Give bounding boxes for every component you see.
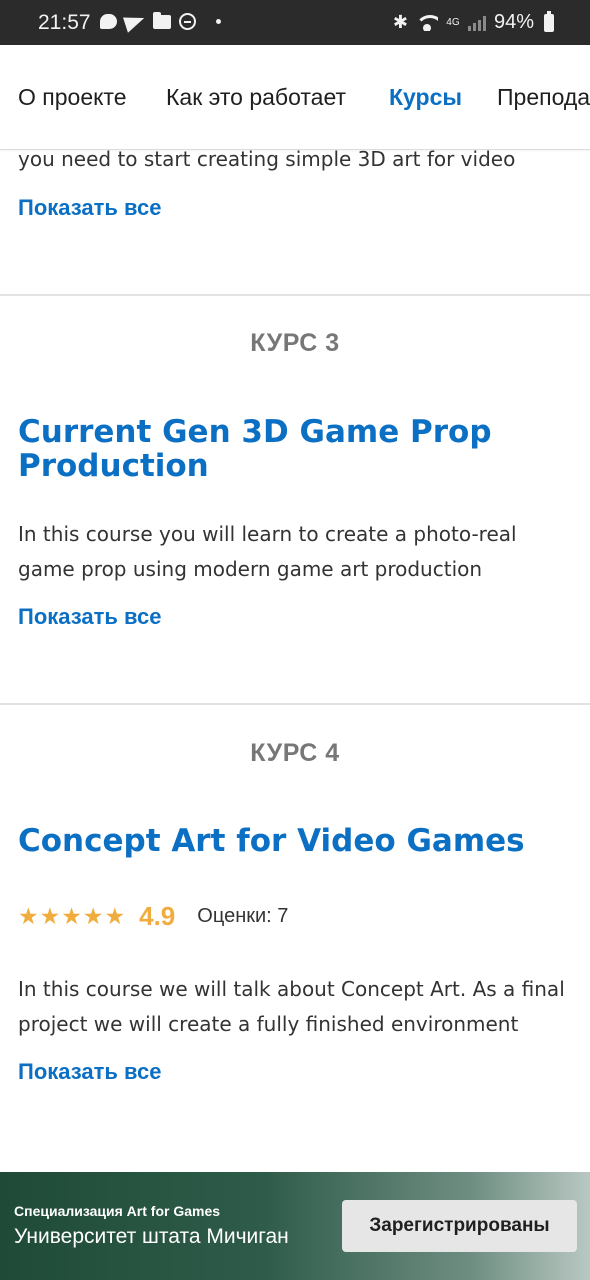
show-all-link[interactable]: Показать все xyxy=(18,1059,162,1085)
enrollment-banner: Специализация Art for Games Университет … xyxy=(0,1172,590,1280)
battery-level: 94% xyxy=(493,11,534,33)
folder-icon xyxy=(153,11,171,29)
status-bar: 21:57 ✱ 4G 94% xyxy=(0,0,590,45)
star-icon: ★ xyxy=(61,902,82,929)
system-icons: ✱ 4G 94% xyxy=(392,10,554,34)
battery-icon xyxy=(544,10,554,32)
telegram-icon xyxy=(123,10,147,33)
star-icon: ★ xyxy=(104,902,126,929)
rating-count: Оценки: 7 xyxy=(197,904,289,927)
course-label: КУРС 4 xyxy=(250,739,340,767)
signal-icon xyxy=(467,15,486,31)
more-notifications-icon xyxy=(216,19,221,24)
status-time: 21:57 xyxy=(38,11,91,34)
enrolled-button[interactable]: Зарегистрированы xyxy=(342,1200,577,1252)
star-icon: ★ xyxy=(82,902,104,929)
bluetooth-icon: ✱ xyxy=(392,12,408,32)
do-not-disturb-icon xyxy=(179,13,196,30)
university-name: Университет штата Мичиган xyxy=(14,1225,289,1248)
tab-about[interactable]: О проекте xyxy=(18,84,127,111)
course-title[interactable]: Current Gen 3D Game Prop Production xyxy=(18,415,568,483)
tab-how-it-works[interactable]: Как это работает xyxy=(166,84,346,111)
star-icon: ★ xyxy=(18,902,39,929)
star-icon: ★ xyxy=(39,902,61,929)
show-all-link[interactable]: Показать все xyxy=(18,604,162,630)
course-rating: ★ ★ ★ ★ ★ 4.9 Оценки: 7 xyxy=(18,896,288,936)
tab-courses[interactable]: Курсы xyxy=(389,84,462,111)
show-all-link[interactable]: Показать все xyxy=(18,195,162,221)
course-title[interactable]: Concept Art for Video Games xyxy=(18,824,568,858)
notification-icons xyxy=(100,10,221,33)
rating-stars: ★ ★ ★ ★ ★ xyxy=(18,903,125,930)
course-description: In this course we will talk about Concep… xyxy=(18,977,565,1036)
rating-value: 4.9 xyxy=(139,900,176,931)
chat-icon xyxy=(100,14,117,29)
specialization-name: Специализация Art for Games xyxy=(14,1203,221,1219)
tab-instructors[interactable]: Преподаватели xyxy=(497,84,590,111)
network-type: 4G xyxy=(446,16,460,28)
divider xyxy=(0,294,590,296)
course-description: In this course you will learn to create … xyxy=(18,522,517,581)
course-label: КУРС 3 xyxy=(250,329,340,357)
course-nav-tabs: О проекте Как это работает Курсы Препода… xyxy=(0,45,590,150)
wifi-icon xyxy=(415,14,438,31)
divider xyxy=(0,703,590,705)
